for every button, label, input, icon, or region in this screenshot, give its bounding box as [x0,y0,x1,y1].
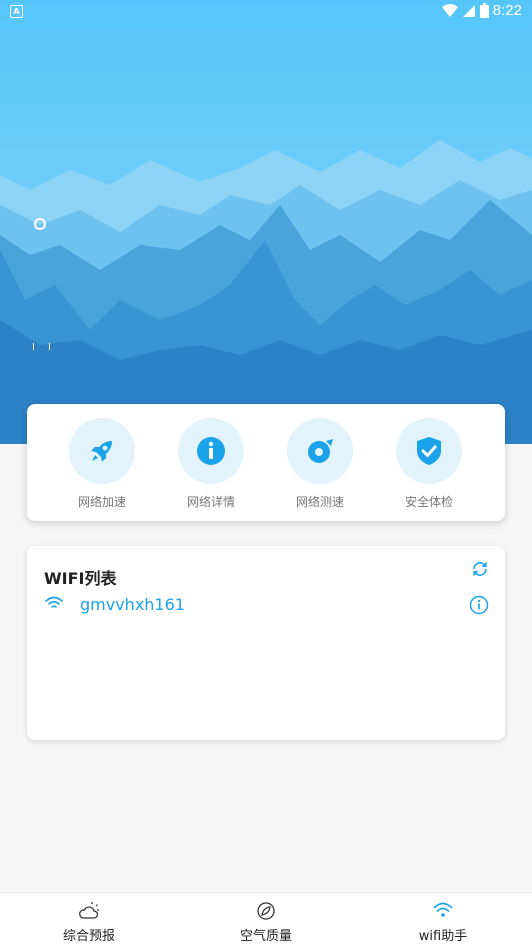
speed-icon [308,439,333,463]
nav-item-air-quality[interactable]: 空气质量 [206,901,326,944]
feature-network-boost[interactable]: 网络加速 [52,418,152,510]
battery-icon [479,3,489,18]
notification-icon: A [10,5,23,18]
wifi-list-card: WIFI列表 gmvvhxh161 [27,546,505,740]
wifi-signal-icon [45,596,63,608]
wifi-network-row[interactable]: gmvvhxh161 [45,595,489,615]
status-bar: A 8:22 [0,0,532,24]
wifi-icon [433,902,453,917]
wifi-list-title: WIFI列表 [44,569,117,588]
leaf-icon [257,902,275,920]
weather-icon [79,902,99,919]
hero-indicator-dot [34,218,46,230]
feature-label: 安全体检 [404,495,453,509]
info-icon [197,437,225,465]
nav-label: wifi助手 [418,929,468,944]
feature-label: 网络加速 [77,495,126,509]
feature-security-check[interactable]: 安全体检 [379,418,479,510]
rocket-icon [91,441,112,462]
hero-tick-mark [49,343,50,350]
hero-banner [0,0,532,444]
hero-tick-mark [33,343,34,350]
signal-icon [462,4,475,17]
shield-check-icon [417,437,441,465]
wifi-status-icon [441,3,458,17]
refresh-icon[interactable] [471,560,489,578]
network-info-icon[interactable] [469,595,489,615]
bottom-navigation: 综合预报 空气质量 wifi助手 [0,892,532,947]
nav-item-forecast[interactable]: 综合预报 [29,901,149,944]
nav-item-wifi-assistant[interactable]: wifi助手 [383,901,503,944]
nav-label: 综合预报 [62,929,115,944]
feature-network-details[interactable]: 网络详情 [161,418,261,510]
feature-label: 网络详情 [186,495,235,509]
mountain-illustration [0,0,532,444]
clock: 8:22 [492,2,522,19]
wifi-ssid: gmvvhxh161 [80,595,185,614]
feature-label: 网络测速 [295,495,344,509]
feature-speed-test[interactable]: 网络测速 [270,418,370,510]
nav-label: 空气质量 [239,929,292,944]
feature-card: 网络加速 网络详情 网络测速 安全体检 [27,404,505,521]
